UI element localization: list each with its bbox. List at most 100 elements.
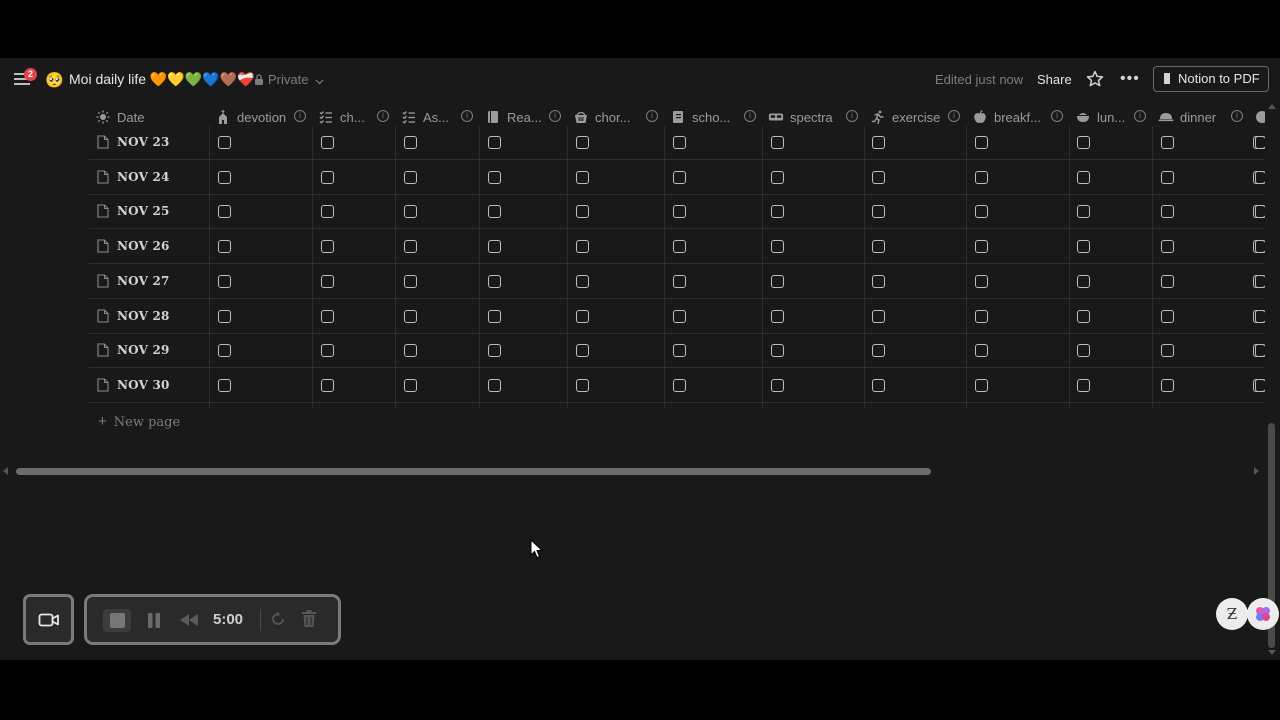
checkbox[interactable] bbox=[576, 205, 589, 219]
checkbox[interactable] bbox=[771, 136, 784, 149]
scroll-down-arrow[interactable] bbox=[1268, 650, 1276, 655]
checkbox[interactable] bbox=[404, 136, 417, 149]
checkbox[interactable] bbox=[488, 309, 501, 323]
checkbox[interactable] bbox=[771, 170, 784, 184]
checkbox[interactable] bbox=[321, 170, 334, 184]
info-icon[interactable]: i bbox=[846, 110, 858, 122]
info-icon[interactable]: i bbox=[461, 110, 473, 122]
checkbox[interactable] bbox=[1077, 309, 1090, 323]
checkbox[interactable] bbox=[576, 378, 589, 392]
privacy-selector[interactable]: Private bbox=[254, 72, 328, 87]
checkbox[interactable] bbox=[1077, 378, 1090, 392]
table-row[interactable]: NOV 30 bbox=[89, 368, 1265, 403]
info-icon[interactable]: i bbox=[549, 110, 561, 122]
checkbox[interactable] bbox=[321, 344, 334, 358]
checkbox[interactable] bbox=[218, 378, 231, 392]
scroll-left-arrow[interactable] bbox=[3, 467, 8, 475]
table-row[interactable]: NOV 25 bbox=[89, 194, 1265, 230]
checkbox[interactable] bbox=[404, 378, 417, 392]
checkbox[interactable] bbox=[321, 205, 334, 219]
checkbox[interactable] bbox=[673, 240, 686, 254]
table-row[interactable]: NOV 26 bbox=[89, 229, 1265, 265]
checkbox[interactable] bbox=[975, 378, 988, 392]
info-icon[interactable]: i bbox=[1134, 110, 1146, 122]
checkbox[interactable] bbox=[404, 344, 417, 358]
info-icon[interactable]: i bbox=[377, 110, 389, 122]
checkbox[interactable] bbox=[872, 344, 885, 358]
checkbox[interactable] bbox=[404, 274, 417, 288]
checkbox[interactable] bbox=[1255, 274, 1265, 288]
checkbox[interactable] bbox=[1077, 274, 1090, 288]
checkbox[interactable] bbox=[1161, 240, 1174, 254]
checkbox[interactable] bbox=[1255, 378, 1265, 392]
table-row[interactable]: NOV 29 bbox=[89, 333, 1265, 369]
checkbox[interactable] bbox=[872, 240, 885, 254]
checkbox[interactable] bbox=[975, 240, 988, 254]
stop-recording-button[interactable] bbox=[103, 609, 131, 632]
checkbox[interactable] bbox=[872, 170, 885, 184]
checkbox[interactable] bbox=[673, 274, 686, 288]
checkbox[interactable] bbox=[673, 136, 686, 149]
camera-toggle-button[interactable] bbox=[23, 594, 74, 645]
pause-button[interactable] bbox=[147, 612, 161, 629]
checkbox[interactable] bbox=[673, 205, 686, 219]
checkbox[interactable] bbox=[218, 205, 231, 219]
checkbox[interactable] bbox=[488, 240, 501, 254]
checkbox[interactable] bbox=[771, 240, 784, 254]
checkbox[interactable] bbox=[975, 136, 988, 149]
checkbox[interactable] bbox=[771, 205, 784, 219]
checkbox[interactable] bbox=[576, 240, 589, 254]
checkbox[interactable] bbox=[218, 309, 231, 323]
checkbox[interactable] bbox=[321, 378, 334, 392]
checkbox[interactable] bbox=[488, 378, 501, 392]
date-cell[interactable]: NOV 30 bbox=[89, 368, 209, 402]
horizontal-scroll-thumb[interactable] bbox=[16, 468, 931, 475]
checkbox[interactable] bbox=[488, 136, 501, 149]
info-icon[interactable]: i bbox=[948, 110, 960, 122]
date-cell[interactable]: NOV 24 bbox=[89, 160, 209, 194]
restart-button[interactable] bbox=[270, 611, 286, 627]
checkbox[interactable] bbox=[576, 309, 589, 323]
page-title[interactable]: Moi daily life 🧡💛💚💙🤎❤️‍🩹 bbox=[69, 71, 255, 88]
new-page-button[interactable]: + New page bbox=[98, 413, 180, 430]
table-row[interactable]: NOV 23 bbox=[89, 125, 1265, 160]
checkbox[interactable] bbox=[404, 205, 417, 219]
checkbox[interactable] bbox=[975, 274, 988, 288]
checkbox[interactable] bbox=[872, 378, 885, 392]
checkbox[interactable] bbox=[1161, 378, 1174, 392]
checkbox[interactable] bbox=[488, 205, 501, 219]
checkbox[interactable] bbox=[321, 240, 334, 254]
info-icon[interactable]: i bbox=[744, 110, 756, 122]
share-button[interactable]: Share bbox=[1037, 72, 1072, 87]
checkbox[interactable] bbox=[576, 136, 589, 149]
checkbox[interactable] bbox=[1255, 136, 1265, 149]
favorite-button[interactable] bbox=[1086, 70, 1104, 93]
rewind-button[interactable] bbox=[179, 613, 199, 627]
checkbox[interactable] bbox=[771, 309, 784, 323]
date-cell[interactable]: NOV 26 bbox=[89, 229, 209, 263]
page-emoji-icon[interactable]: 🥺 bbox=[45, 71, 64, 89]
checkbox[interactable] bbox=[404, 170, 417, 184]
ai-assistant-button[interactable]: Ƶ bbox=[1216, 598, 1248, 630]
checkbox[interactable] bbox=[218, 240, 231, 254]
checkbox[interactable] bbox=[1255, 170, 1265, 184]
checkbox[interactable] bbox=[1161, 344, 1174, 358]
checkbox[interactable] bbox=[404, 309, 417, 323]
checkbox[interactable] bbox=[673, 170, 686, 184]
checkbox[interactable] bbox=[975, 170, 988, 184]
checkbox[interactable] bbox=[1077, 170, 1090, 184]
checkbox[interactable] bbox=[1077, 240, 1090, 254]
checkbox[interactable] bbox=[1077, 344, 1090, 358]
checkbox[interactable] bbox=[218, 344, 231, 358]
info-icon[interactable]: i bbox=[646, 110, 658, 122]
checkbox[interactable] bbox=[975, 205, 988, 219]
info-icon[interactable]: i bbox=[1051, 110, 1063, 122]
checkbox[interactable] bbox=[576, 170, 589, 184]
checkbox[interactable] bbox=[404, 240, 417, 254]
date-cell[interactable]: NOV 29 bbox=[89, 333, 209, 367]
checkbox[interactable] bbox=[1161, 136, 1174, 149]
checkbox[interactable] bbox=[321, 309, 334, 323]
table-row[interactable]: NOV 27 bbox=[89, 264, 1265, 299]
checkbox[interactable] bbox=[975, 344, 988, 358]
info-icon[interactable]: i bbox=[294, 110, 306, 122]
